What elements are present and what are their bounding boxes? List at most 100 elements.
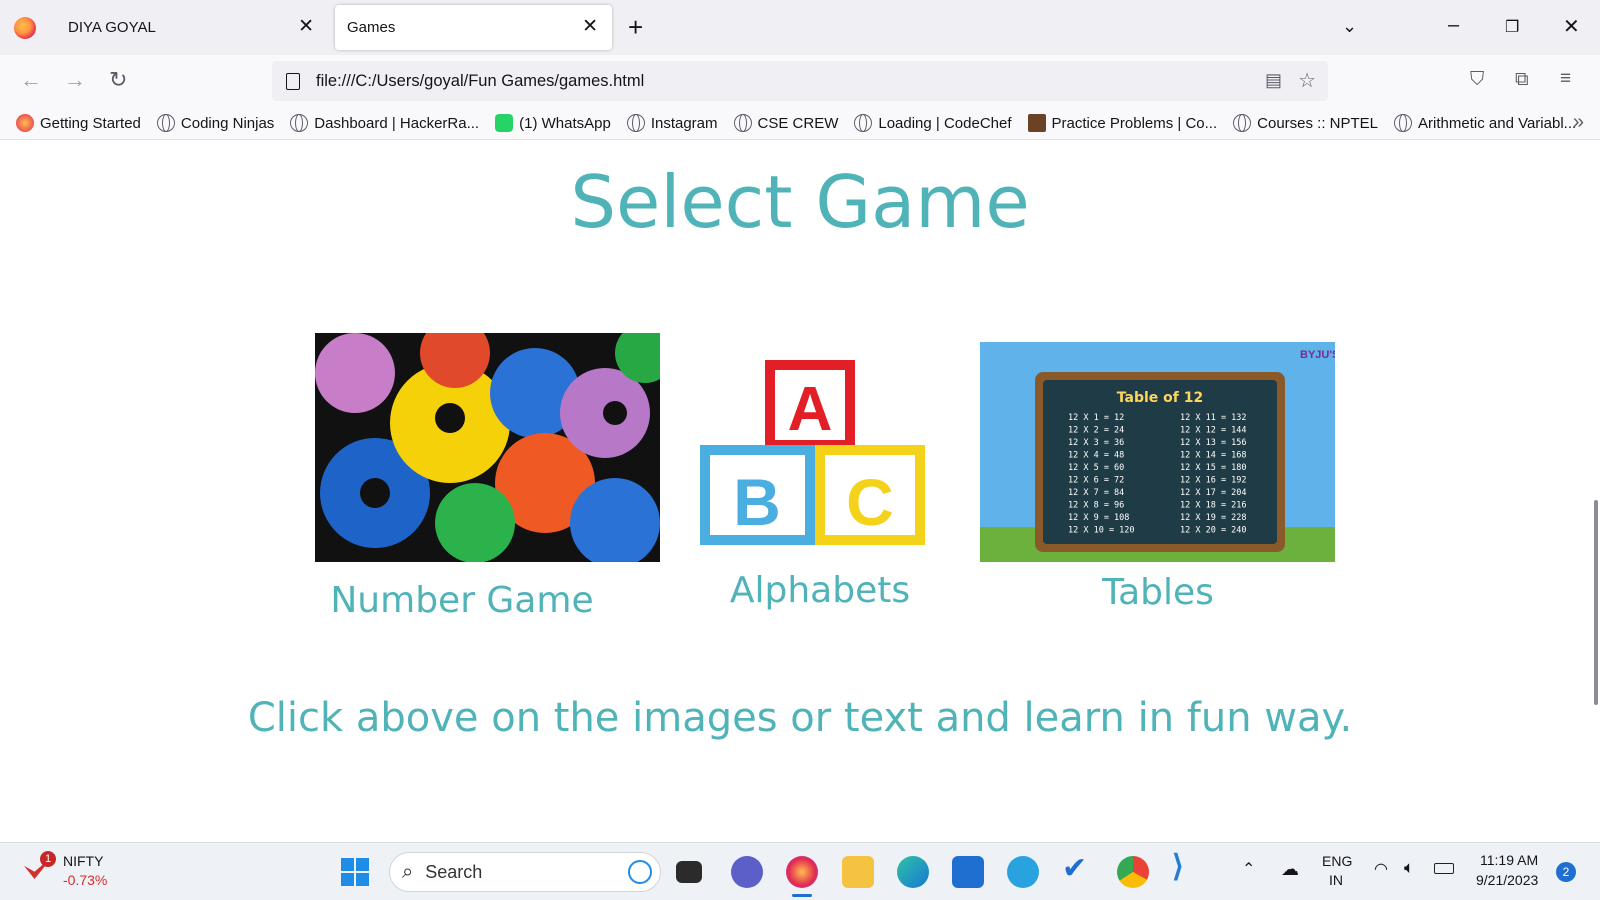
reader-view-icon[interactable]: ▤: [1265, 70, 1282, 91]
bookmark-label: Arithmetic and Variabl...: [1418, 114, 1577, 132]
alphabets-link[interactable]: Alphabets: [670, 570, 970, 611]
url-bar[interactable]: file:///C:/Users/goyal/Fun Games/games.h…: [272, 61, 1328, 101]
menu-icon[interactable]: ≡: [1560, 68, 1571, 90]
tab-label: Games: [347, 19, 396, 36]
minimize-icon[interactable]: –: [1448, 14, 1459, 37]
table-row-text: 12 X 11 = 132: [1180, 413, 1247, 423]
table-row-text: 12 X 19 = 228: [1180, 513, 1247, 523]
bookmark-label: Instagram: [650, 114, 718, 132]
forward-icon[interactable]: →: [64, 67, 86, 93]
table-row-text: 12 X 14 = 168: [1180, 451, 1247, 461]
chrome-icon[interactable]: [1117, 856, 1149, 888]
number-game-image[interactable]: [315, 333, 660, 562]
globe-icon: [733, 114, 752, 132]
clock-date[interactable]: 9/21/2023: [1476, 872, 1538, 888]
bookmark-instagram[interactable]: Instagram: [626, 114, 718, 132]
table-row-text: 12 X 7 = 84: [1068, 488, 1124, 498]
close-window-icon[interactable]: ✕: [1563, 14, 1580, 39]
volume-icon[interactable]: 🔈︎: [1404, 858, 1414, 878]
taskbar-search[interactable]: ⌕ Search: [389, 852, 661, 892]
widget-title: NIFTY: [63, 853, 104, 869]
language-line2[interactable]: IN: [1329, 872, 1343, 888]
globe-icon: [854, 114, 873, 132]
widget-change: -0.73%: [63, 872, 108, 888]
bookmarks-toolbar: Getting Started Coding Ninjas Dashboard …: [0, 107, 1600, 140]
windows-start-icon[interactable]: [341, 858, 369, 886]
table-row-text: 12 X 20 = 240: [1180, 526, 1247, 536]
table-header: Table of 12: [1117, 390, 1203, 406]
table-row-text: 12 X 1 = 12: [1068, 413, 1124, 423]
tables-link[interactable]: Tables: [1008, 572, 1308, 613]
bookmark-arithmetic[interactable]: Arithmetic and Variabl...: [1394, 114, 1576, 132]
url-text[interactable]: file:///C:/Users/goyal/Fun Games/games.h…: [316, 72, 644, 91]
bookmark-label: CSE CREW: [757, 114, 839, 132]
table-row-text: 12 X 12 = 144: [1180, 426, 1247, 436]
list-all-tabs-icon[interactable]: ⌄: [1342, 16, 1357, 37]
byjus-logo: BYJU'S: [1300, 349, 1335, 361]
table-row-text: 12 X 17 = 204: [1180, 488, 1247, 498]
tab-strip: DIYA GOYAL ✕ Games ✕ + ⌄ – ❐ ✕: [0, 0, 1600, 55]
instruction-text: Click above on the images or text and le…: [247, 695, 1353, 741]
tab-games[interactable]: Games ✕: [335, 5, 612, 50]
bookmark-label: Courses :: NPTEL: [1257, 114, 1379, 132]
close-tab-icon[interactable]: ✕: [298, 17, 314, 36]
new-tab-icon[interactable]: +: [628, 12, 643, 43]
search-icon: ⌕: [402, 860, 414, 883]
bookmark-whatsapp[interactable]: (1) WhatsApp: [495, 114, 611, 132]
windows-taskbar: 1 NIFTY -0.73% ⌕ Search ✔ ⟩ ⌃ ☁ ENG IN ◠…: [0, 842, 1600, 900]
bookmark-star-icon[interactable]: ☆: [1298, 68, 1316, 93]
globe-icon: [626, 114, 645, 132]
bookmark-nptel[interactable]: Courses :: NPTEL: [1233, 114, 1378, 132]
battery-icon[interactable]: [1434, 863, 1454, 874]
close-tab-icon[interactable]: ✕: [582, 17, 598, 36]
globe-icon: [156, 114, 175, 132]
bookmark-label: Practice Problems | Co...: [1051, 114, 1218, 132]
page-title: Select Game: [570, 160, 1030, 244]
letter-b: B: [733, 465, 781, 539]
show-hidden-icons-icon[interactable]: ⌃: [1242, 859, 1255, 879]
clock-time[interactable]: 11:19 AM: [1480, 852, 1538, 868]
vscode-icon[interactable]: ⟩: [1172, 849, 1204, 883]
extensions-icon[interactable]: ⧉: [1515, 69, 1529, 91]
bookmark-practice-problems[interactable]: Practice Problems | Co...: [1027, 114, 1218, 132]
microsoft-store-icon[interactable]: [952, 856, 984, 888]
more-bookmarks-icon[interactable]: »: [1573, 111, 1584, 134]
widget-badge: 1: [40, 851, 56, 867]
language-line1[interactable]: ENG: [1322, 853, 1352, 869]
table-row-text: 12 X 16 = 192: [1180, 476, 1247, 486]
firefox-taskbar-icon[interactable]: [786, 856, 818, 888]
number-game-link[interactable]: Number Game: [312, 580, 612, 621]
globe-icon: [1233, 114, 1252, 132]
table-row-text: 12 X 18 = 216: [1180, 501, 1247, 511]
edge-icon[interactable]: [897, 856, 929, 888]
bookmark-cse-crew[interactable]: CSE CREW: [733, 114, 839, 132]
teams-chat-icon[interactable]: [731, 856, 763, 888]
wifi-icon[interactable]: ◠: [1374, 859, 1388, 879]
vertical-scrollbar[interactable]: [1594, 500, 1598, 705]
tab-diya-goyal[interactable]: DIYA GOYAL ✕: [56, 5, 328, 50]
table-row-text: 12 X 15 = 180: [1180, 463, 1247, 473]
alphabet-blocks-image[interactable]: A B C: [695, 350, 945, 550]
notification-badge[interactable]: 2: [1556, 862, 1576, 882]
firefox-logo-icon[interactable]: [14, 16, 36, 39]
file-explorer-icon[interactable]: [842, 856, 874, 888]
onedrive-icon[interactable]: ☁: [1281, 859, 1299, 880]
letter-a: A: [788, 375, 833, 444]
tables-image[interactable]: Table of 12 12 X 1 = 12 12 X 2 = 24 12 X 3…: [980, 342, 1335, 562]
table-row-text: 12 X 13 = 156: [1180, 438, 1247, 448]
bing-icon[interactable]: [628, 860, 652, 884]
task-view-icon[interactable]: [676, 861, 702, 883]
todo-icon[interactable]: ✔: [1062, 851, 1094, 885]
bookmark-coding-ninjas[interactable]: Coding Ninjas: [156, 114, 274, 132]
letter-c: C: [846, 465, 894, 539]
restore-icon[interactable]: ❐: [1505, 17, 1519, 37]
bookmark-hackerrank[interactable]: Dashboard | HackerRa...: [290, 114, 479, 132]
firefox-icon: [16, 114, 34, 132]
page-content: Select Game A B C Table of 12 12 X 1 = 1…: [0, 140, 1600, 842]
back-icon[interactable]: ←: [20, 67, 42, 93]
pocket-icon[interactable]: ⛉: [1470, 69, 1484, 91]
bookmark-codechef[interactable]: Loading | CodeChef: [854, 114, 1012, 132]
reload-icon[interactable]: ↻: [109, 67, 127, 93]
bookmark-getting-started[interactable]: Getting Started: [16, 114, 141, 132]
telegram-icon[interactable]: [1007, 856, 1039, 888]
